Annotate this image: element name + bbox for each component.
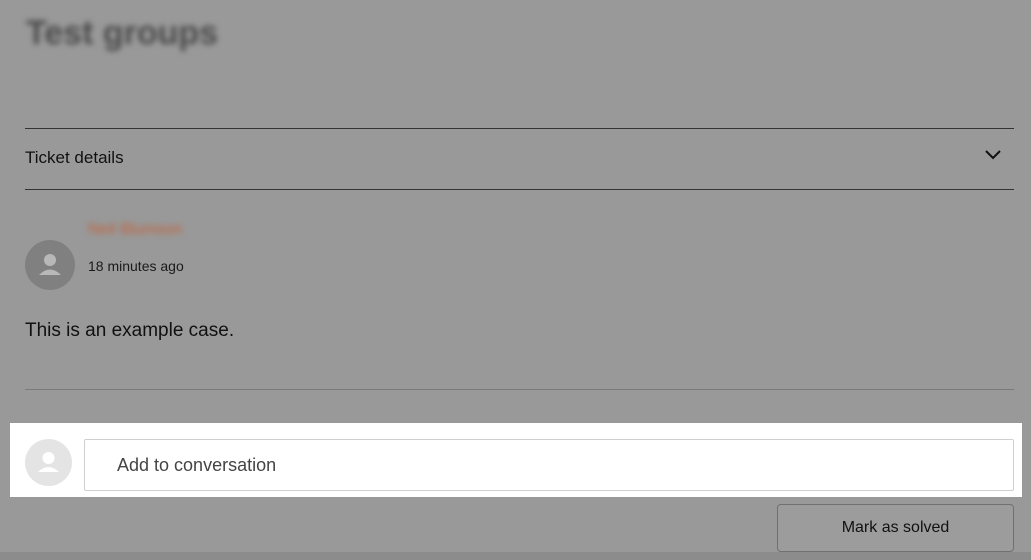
page-title: Test groups [26, 14, 219, 52]
comment-body: This is an example case. [25, 320, 235, 341]
mark-as-solved-button[interactable]: Mark as solved [777, 504, 1014, 552]
divider [25, 389, 1014, 390]
bottom-strip [0, 552, 1031, 560]
comment-author-link[interactable]: Neil Blumson [88, 221, 182, 239]
comment-timestamp: 18 minutes ago [88, 258, 184, 274]
compose-avatar [25, 439, 72, 486]
chevron-down-icon[interactable] [984, 149, 1002, 161]
add-to-conversation-input[interactable] [84, 439, 1014, 491]
ticket-details-label: Ticket details [25, 148, 124, 167]
user-avatar-icon [39, 254, 61, 275]
comment-avatar [25, 240, 75, 290]
user-avatar-icon [38, 452, 59, 472]
ticket-page: Test groups Ticket details Neil Blumson … [0, 0, 1031, 560]
compose-panel [10, 423, 1022, 497]
ticket-details-toggle[interactable]: Ticket details [25, 128, 1014, 190]
